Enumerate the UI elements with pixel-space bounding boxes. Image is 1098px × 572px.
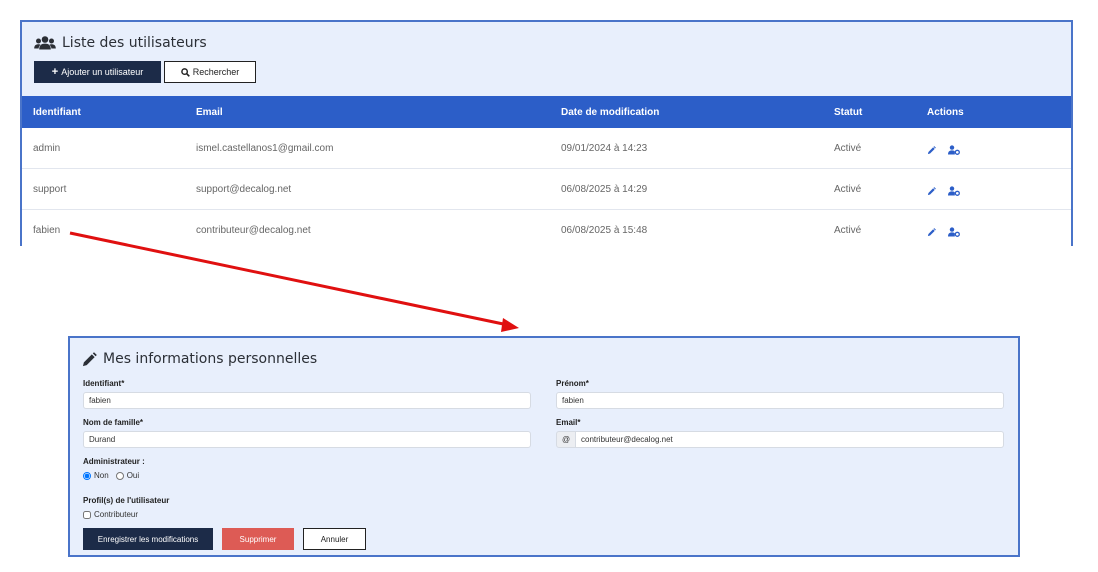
table-row[interactable]: admin ismel.castellanos1@gmail.com 09/01… — [22, 128, 1071, 169]
cell-actions — [916, 128, 1071, 169]
user-cog-icon[interactable] — [948, 186, 960, 196]
cell-identifiant: admin — [22, 128, 185, 169]
column-header-actions: Actions — [916, 96, 1071, 128]
pencil-icon — [82, 351, 97, 366]
search-label: Rechercher — [192, 67, 240, 77]
admin-label: Administrateur : — [83, 457, 145, 466]
add-user-label: Ajouter un utilisateur — [61, 67, 144, 77]
table-row[interactable]: fabien contributeur@decalog.net 06/08/20… — [22, 209, 1071, 250]
email-field: @ — [556, 431, 1004, 448]
nom-input[interactable] — [83, 431, 531, 448]
search-button[interactable]: Rechercher — [164, 61, 256, 83]
contributeur-label: Contributeur — [94, 510, 139, 519]
save-button[interactable]: Enregistrer les modifications — [83, 528, 213, 550]
prenom-input[interactable] — [556, 392, 1004, 409]
personal-info-form: Mes informations personnelles Identifian… — [68, 336, 1020, 557]
email-input[interactable] — [576, 431, 1004, 448]
column-header-date[interactable]: Date de modification — [550, 96, 823, 128]
search-icon — [180, 67, 190, 77]
cell-email: contributeur@decalog.net — [185, 209, 550, 250]
cell-identifiant: fabien — [22, 209, 185, 250]
admin-oui-label: Oui — [126, 471, 140, 480]
cell-email: support@decalog.net — [185, 168, 550, 210]
user-cog-icon[interactable] — [948, 145, 960, 155]
column-header-statut[interactable]: Statut — [823, 96, 916, 128]
users-group-icon — [34, 36, 56, 50]
column-header-identifiant[interactable]: Identifiant — [22, 96, 185, 128]
delete-button[interactable]: Supprimer — [222, 528, 294, 550]
form-title: Mes informations personnelles — [103, 351, 318, 367]
cancel-button[interactable]: Annuler — [303, 528, 366, 550]
email-label: Email* — [556, 418, 581, 427]
cell-email: ismel.castellanos1@gmail.com — [185, 128, 550, 169]
admin-radio-group: Non Oui — [83, 471, 139, 480]
cell-identifiant: support — [22, 168, 185, 210]
contributeur-checkbox[interactable] — [83, 510, 91, 519]
cell-date: 06/08/2025 à 14:29 — [550, 168, 823, 210]
prenom-label: Prénom* — [556, 379, 589, 388]
form-header: Mes informations personnelles — [82, 349, 317, 369]
add-user-button[interactable]: + Ajouter un utilisateur — [34, 61, 161, 83]
nom-label: Nom de famille* — [83, 418, 144, 427]
cell-actions — [916, 168, 1071, 210]
table-row[interactable]: support support@decalog.net 06/08/2025 à… — [22, 168, 1071, 210]
at-sign-icon: @ — [556, 431, 576, 448]
cell-status: Activé — [823, 209, 916, 250]
edit-user-pencil-icon[interactable] — [927, 186, 936, 196]
cell-date: 09/01/2024 à 14:23 — [550, 128, 823, 169]
column-header-email[interactable]: Email — [185, 96, 550, 128]
users-list-header: Liste des utilisateurs — [34, 33, 207, 53]
user-cog-icon[interactable] — [948, 227, 960, 237]
admin-oui-radio[interactable] — [115, 471, 124, 480]
admin-non-label: Non — [94, 471, 109, 480]
edit-user-pencil-icon[interactable] — [927, 227, 936, 237]
edit-user-pencil-icon[interactable] — [927, 145, 936, 155]
cell-actions — [916, 209, 1071, 250]
plus-icon: + — [51, 65, 59, 78]
cell-date: 06/08/2025 à 15:48 — [550, 209, 823, 250]
identifiant-input[interactable] — [83, 392, 531, 409]
users-list-title: Liste des utilisateurs — [62, 35, 207, 51]
identifiant-label: Identifiant* — [83, 379, 125, 388]
cell-status: Activé — [823, 128, 916, 169]
table-header-row: Identifiant Email Date de modification S… — [22, 96, 1071, 128]
users-table: Identifiant Email Date de modification S… — [22, 96, 1071, 250]
profile-contributeur-option: Contributeur — [83, 510, 138, 519]
admin-non-radio[interactable] — [83, 471, 91, 480]
cell-status: Activé — [823, 168, 916, 210]
users-list-panel: Liste des utilisateurs + Ajouter un util… — [20, 20, 1073, 250]
profiles-label: Profil(s) de l'utilisateur — [83, 496, 170, 505]
